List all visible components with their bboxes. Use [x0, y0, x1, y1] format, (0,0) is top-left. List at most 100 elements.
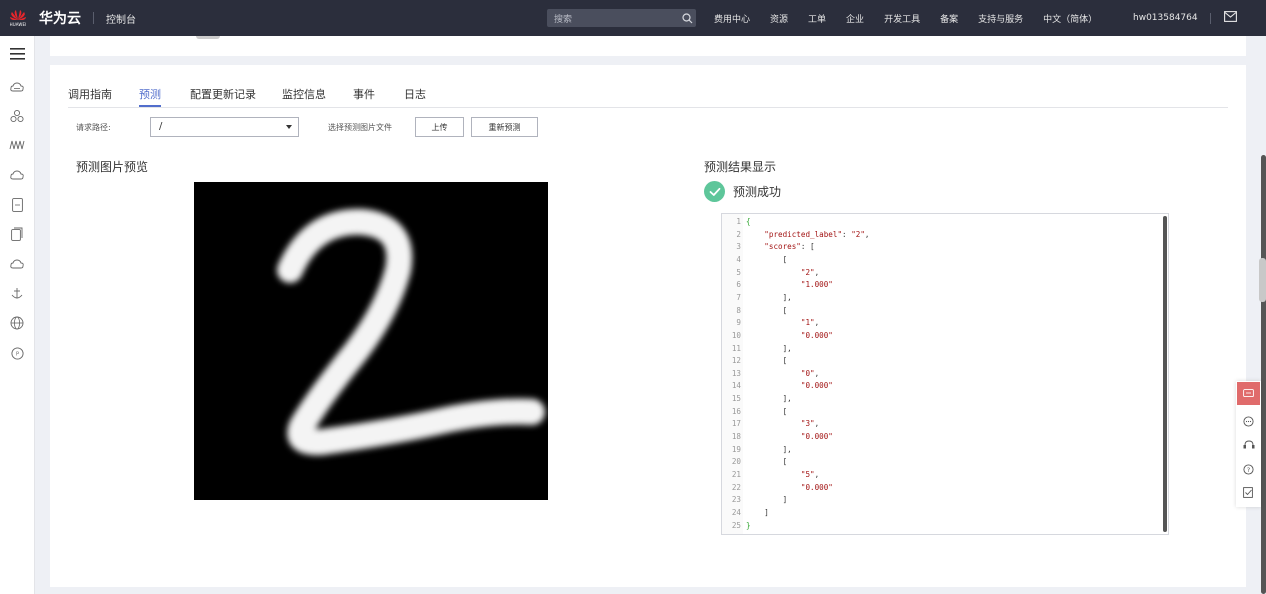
code-text: "2", [800, 267, 820, 277]
code-line: 23 ] [722, 495, 787, 505]
brand-name[interactable]: 华为云 [39, 8, 81, 28]
line-number: 24 [731, 507, 741, 517]
cloud-storage-icon[interactable] [9, 167, 25, 183]
repredict-button[interactable]: 重新预测 [471, 117, 538, 137]
copy-icon[interactable] [9, 226, 25, 242]
tab-predict[interactable]: 预测 [139, 86, 161, 102]
code-text: ], [746, 343, 792, 353]
chevron-down-icon [286, 125, 292, 129]
nav-billing[interactable]: 费用中心 [714, 12, 750, 25]
request-path-select[interactable]: / [150, 117, 299, 137]
line-number: 22 [731, 482, 741, 492]
edit-note-icon[interactable] [1242, 486, 1255, 499]
line-number: 15 [731, 394, 741, 404]
code-text: ], [746, 292, 792, 302]
tab-monitoring[interactable]: 监控信息 [282, 86, 326, 102]
headset-icon[interactable] [1242, 439, 1255, 452]
request-path-label: 请求路径: [76, 123, 111, 132]
line-number: 12 [731, 356, 741, 366]
line-number: 13 [731, 368, 741, 378]
tab-config-history[interactable]: 配置更新记录 [190, 86, 256, 102]
search-box[interactable]: 搜索 [547, 9, 696, 27]
nav-enterprise[interactable]: 企业 [846, 12, 864, 25]
mail-icon[interactable] [1224, 11, 1237, 25]
active-tab-indicator [139, 105, 161, 107]
tab-events[interactable]: 事件 [353, 86, 375, 102]
code-text: "predicted_label": "2", [764, 229, 870, 239]
document-icon[interactable] [9, 197, 25, 213]
chat-icon[interactable]: P [9, 345, 25, 361]
anchor-icon[interactable] [9, 285, 25, 301]
main-card: 调用指南 预测 配置更新记录 监控信息 事件 日志 请求路径: / 选择预测图片… [50, 65, 1246, 587]
chat-support-icon[interactable] [1242, 415, 1255, 428]
code-line: 12 [ [722, 356, 787, 366]
line-number: 10 [731, 330, 741, 340]
tab-bar: 调用指南 预测 配置更新记录 监控信息 事件 日志 [68, 84, 1228, 108]
nav-dev-tools[interactable]: 开发工具 [884, 12, 920, 25]
chart-icon[interactable] [9, 137, 25, 153]
result-title: 预测结果显示 [704, 160, 777, 174]
code-text: [ [746, 457, 788, 467]
code-line: 2 "predicted_label": "2", [722, 230, 869, 240]
code-text: ] [746, 495, 788, 505]
line-number: 7 [736, 292, 741, 302]
code-text: ], [746, 394, 792, 404]
line-number: 3 [736, 242, 741, 252]
nav-filing[interactable]: 备案 [940, 12, 958, 25]
tab-guide[interactable]: 调用指南 [68, 86, 112, 102]
code-text: [ [746, 356, 788, 366]
divider [93, 12, 94, 24]
cloud-outline-icon[interactable] [9, 256, 25, 272]
line-number: 23 [731, 495, 741, 505]
code-line: 14 "0.000" [722, 381, 833, 391]
upload-button[interactable]: 上传 [415, 117, 464, 137]
page-scrollbar[interactable] [1261, 155, 1266, 594]
svg-text:P: P [15, 351, 18, 357]
line-number: 2 [736, 229, 741, 239]
user-account[interactable]: hw013584764 [1133, 0, 1198, 36]
code-text: "0.000" [800, 432, 833, 442]
nav-language[interactable]: 中文（简体） [1043, 12, 1097, 25]
cluster-icon[interactable] [9, 108, 25, 124]
line-number: 25 [731, 520, 741, 530]
cloud-icon[interactable] [9, 79, 25, 95]
line-number: 8 [736, 305, 741, 315]
preview-title: 预测图片预览 [76, 160, 149, 174]
code-text: ] [746, 507, 769, 517]
toggle-stub [196, 36, 220, 39]
result-code-viewer[interactable]: 1{2 "predicted_label": "2", 3 "scores": [… [721, 213, 1169, 535]
code-text: [ [746, 254, 788, 264]
code-text: "0.000" [800, 381, 833, 391]
line-number: 18 [731, 432, 741, 442]
code-line: 5 "2", [722, 268, 819, 278]
menu-icon[interactable] [9, 46, 25, 62]
feedback-button[interactable] [1237, 382, 1260, 405]
nav-resources[interactable]: 资源 [770, 12, 788, 25]
huawei-logo[interactable]: HUAWEI [0, 0, 36, 36]
help-icon[interactable]: ? [1242, 463, 1255, 476]
globe-icon[interactable] [9, 315, 25, 331]
search-input[interactable]: 搜索 [554, 12, 678, 25]
floating-toolbar: ? [1236, 381, 1261, 507]
nav-support[interactable]: 支持与服务 [978, 12, 1023, 25]
code-line: 11 ], [722, 344, 792, 354]
code-text: "1.000" [800, 280, 833, 290]
handwritten-digit-image [277, 208, 545, 456]
line-number: 21 [731, 470, 741, 479]
preview-image [194, 182, 548, 500]
code-line: 8 [ [722, 306, 787, 316]
code-line: 22 "0.000" [722, 483, 833, 493]
code-scrollbar[interactable] [1163, 216, 1167, 532]
search-icon[interactable] [678, 9, 696, 27]
check-circle-icon [704, 181, 725, 202]
tab-logs[interactable]: 日志 [404, 86, 426, 102]
code-line: 20 [ [722, 457, 787, 467]
console-link[interactable]: 控制台 [106, 11, 136, 26]
nav-tickets[interactable]: 工单 [808, 12, 826, 25]
divider [1210, 13, 1211, 24]
code-line: 13 "0", [722, 369, 819, 379]
code-line: 3 "scores": [ [722, 242, 814, 252]
code-line: 25} [722, 521, 751, 531]
page-scrollbar-handle[interactable] [1259, 258, 1266, 302]
code-text: [ [746, 305, 788, 315]
